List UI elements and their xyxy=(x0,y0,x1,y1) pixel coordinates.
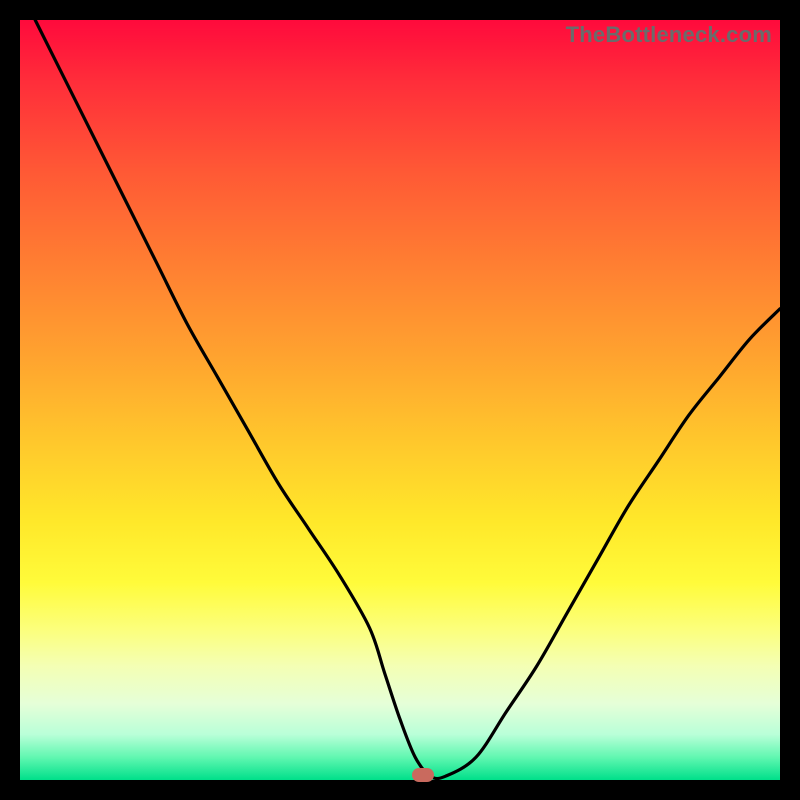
bottleneck-curve xyxy=(20,20,780,780)
chart-frame: TheBottleneck.com xyxy=(0,0,800,800)
curve-path xyxy=(35,20,780,779)
plot-area: TheBottleneck.com xyxy=(20,20,780,780)
minimum-marker xyxy=(412,768,434,782)
